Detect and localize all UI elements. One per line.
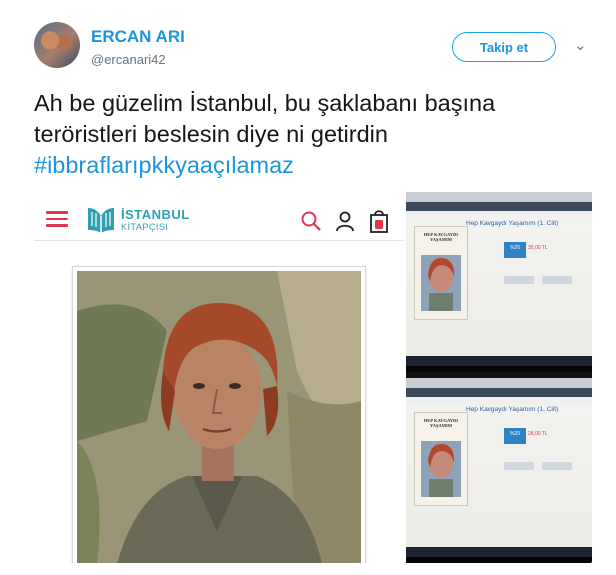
author-name[interactable]: ERCAN ARI [91, 27, 185, 47]
bookstore-logo-line2: KİTAPÇISI [121, 222, 169, 232]
bookstore-logo-icon [88, 208, 114, 233]
author-handle[interactable]: @ercanari42 [91, 52, 166, 67]
favorite-button [542, 276, 572, 284]
search-icon [301, 211, 321, 231]
site-nav-bar [406, 202, 592, 211]
photo-frame [72, 266, 366, 563]
favorite-button [542, 462, 572, 470]
tweet-body: Ah be güzelim İstanbul, bu şaklabanı baş… [34, 90, 496, 147]
add-to-cart-button [504, 276, 534, 284]
browser-tab-bar [406, 192, 592, 202]
discount-text: %20 [509, 245, 520, 251]
book-cover-portrait [421, 441, 461, 497]
discount-badge: %20 [504, 242, 526, 258]
portrait-illustration [77, 271, 361, 563]
chevron-down-icon[interactable]: ⌄ [574, 36, 587, 54]
book-cover-portrait [421, 255, 461, 311]
media-images-right[interactable]: Hep Kavgaydı Yaşamım (1. Cilt) HEP KAVGA… [406, 192, 592, 563]
bookstore-logo-line1: İSTANBUL [121, 207, 190, 222]
product-title: Hep Kavgaydı Yaşamım (1. Cilt) [466, 406, 559, 413]
bag-icon [370, 210, 388, 233]
avatar[interactable] [34, 22, 80, 68]
price-text: 28,00 TL [528, 431, 548, 437]
price-text: 35,00 TL [528, 245, 548, 251]
monitor-bezel [406, 557, 592, 563]
discount-badge: %20 [504, 428, 526, 444]
site-nav-bar [406, 388, 592, 397]
browser-tab-bar [406, 378, 592, 388]
menu-icon [46, 211, 68, 227]
monitor-bezel [406, 366, 592, 372]
tweet: ERCAN ARI @ercanari42 Takip et ⌄ Ah be g… [0, 0, 616, 575]
hashtag-link[interactable]: #ibbraflarıpkkyaaçılamaz [34, 152, 294, 178]
book-cover: HEP KAVGAYDI YAŞAMIM [414, 226, 468, 320]
monitor-screen: Hep Kavgaydı Yaşamım (1. Cilt) HEP KAVGA… [406, 192, 592, 372]
follow-button[interactable]: Takip et [452, 32, 556, 62]
tweet-media[interactable]: İSTANBUL KİTAPÇISI Hep Kavgaydı Yaşamım … [34, 192, 592, 563]
portrait-photo [77, 271, 361, 563]
book-cover: HEP KAVGAYDI YAŞAMIM [414, 412, 468, 506]
discount-text: %20 [509, 431, 520, 437]
media-image-bottom-right[interactable]: Hep Kavgaydı Yaşamım (1. Cilt) HEP KAVGA… [406, 378, 592, 563]
user-icon [336, 211, 354, 232]
media-image-left[interactable]: İSTANBUL KİTAPÇISI [34, 192, 404, 563]
media-image-top-right[interactable]: Hep Kavgaydı Yaşamım (1. Cilt) HEP KAVGA… [406, 192, 592, 372]
header-icons [300, 209, 390, 233]
monitor-screen: Hep Kavgaydı Yaşamım (1. Cilt) HEP KAVGA… [406, 378, 592, 563]
product-title: Hep Kavgaydı Yaşamım (1. Cilt) [466, 220, 559, 227]
add-to-cart-button [504, 462, 534, 470]
tweet-text: Ah be güzelim İstanbul, bu şaklabanı baş… [34, 88, 594, 181]
os-taskbar [406, 356, 592, 366]
os-taskbar [406, 547, 592, 557]
bookstore-header: İSTANBUL KİTAPÇISI [34, 196, 404, 241]
